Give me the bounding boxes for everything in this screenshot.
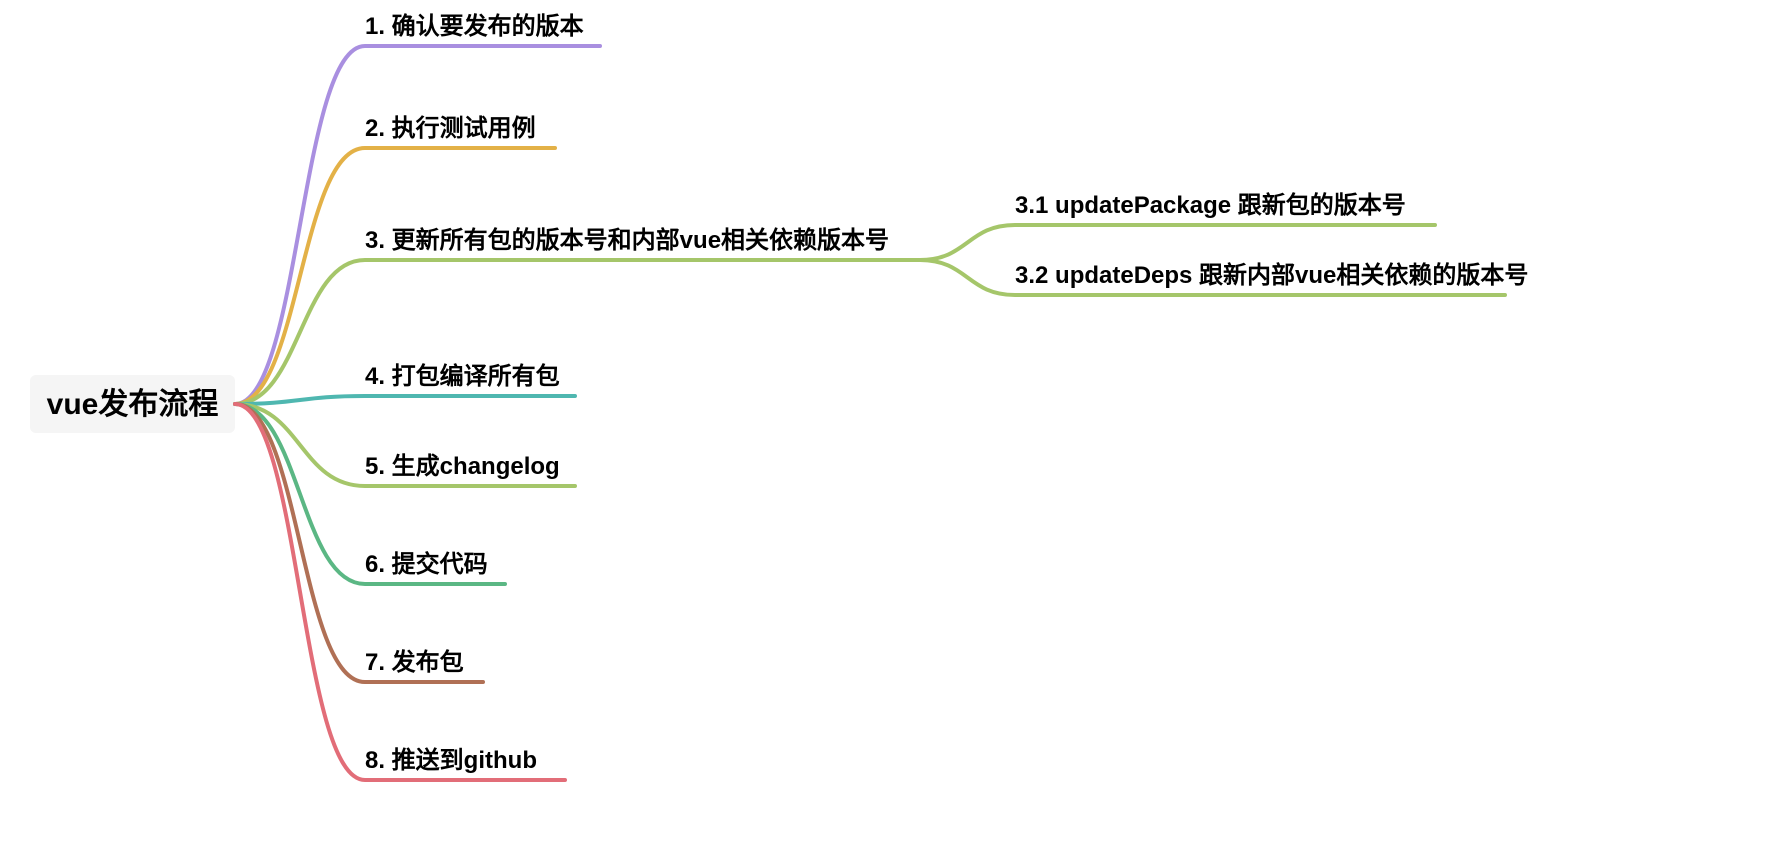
mindmap-canvas: vue发布流程 1. 确认要发布的版本 2. 执行测试用例 3. 更新所有包的版本号和… [0, 0, 1776, 860]
root-label: vue发布流程 [47, 388, 219, 421]
branch-6-label: 6. 提交代码 [365, 550, 488, 578]
branch-3-child-1[interactable] [920, 225, 1435, 260]
branch-3-child-1-label: 3.1 updatePackage 跟新包的版本号 [1015, 191, 1406, 219]
branch-4[interactable] [235, 396, 575, 404]
branch-3-label: 3. 更新所有包的版本号和内部vue相关依赖版本号 [365, 226, 889, 254]
branch-1-label: 1. 确认要发布的版本 [365, 12, 584, 40]
branch-3[interactable] [235, 260, 920, 404]
branch-5-label: 5. 生成changelog [365, 453, 560, 480]
branch-8-label: 8. 推送到github [365, 746, 537, 774]
branch-7[interactable] [235, 404, 483, 682]
branch-4-label: 4. 打包编译所有包 [365, 362, 560, 390]
branch-3-child-2-label: 3.2 updateDeps 跟新内部vue相关依赖的版本号 [1015, 261, 1528, 289]
branch-2-label: 2. 执行测试用例 [365, 114, 536, 142]
branch-7-label: 7. 发布包 [365, 648, 464, 676]
